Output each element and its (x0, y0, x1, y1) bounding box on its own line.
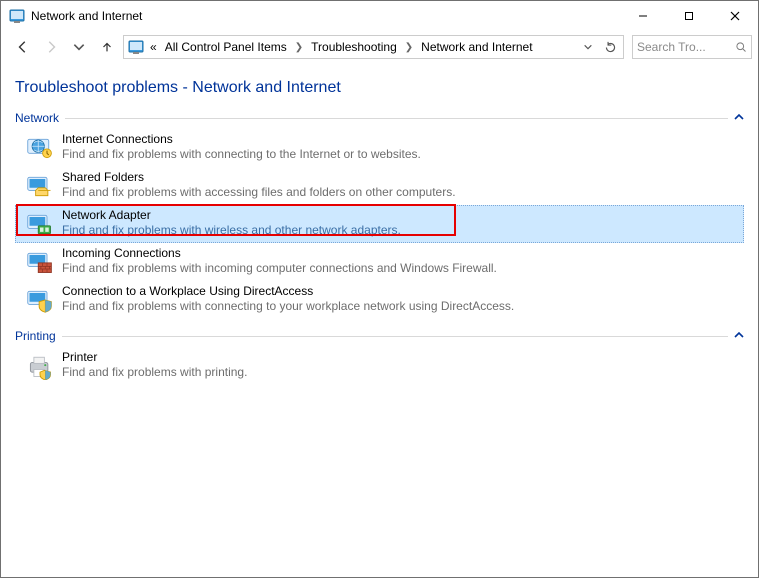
address-bar[interactable]: « All Control Panel Items ❯ Troubleshoot… (123, 35, 624, 59)
chevron-right-icon[interactable]: ❯ (403, 42, 415, 53)
breadcrumb-item[interactable]: All Control Panel Items (163, 40, 289, 54)
item-description: Find and fix problems with incoming comp… (62, 261, 497, 276)
window: Network and Internet (0, 0, 759, 578)
up-button[interactable] (95, 35, 119, 59)
printer-icon (26, 352, 54, 380)
troubleshoot-item-printer[interactable]: Printer Find and fix problems with print… (15, 347, 744, 385)
section-items-printing: Printer Find and fix problems with print… (15, 347, 744, 385)
maximize-button[interactable] (666, 1, 712, 31)
chevron-right-icon[interactable]: ❯ (293, 42, 305, 53)
section-items-network: Internet Connections Find and fix proble… (15, 129, 744, 319)
item-title: Shared Folders (62, 170, 456, 185)
back-button[interactable] (11, 35, 35, 59)
section-header-printing[interactable]: Printing (15, 329, 744, 343)
collapse-icon[interactable] (734, 111, 744, 125)
item-description: Find and fix problems with wireless and … (62, 223, 401, 238)
item-description: Find and fix problems with connecting to… (62, 147, 421, 162)
window-controls (620, 1, 758, 31)
section-header-network[interactable]: Network (15, 111, 744, 125)
item-title: Network Adapter (62, 208, 401, 223)
search-placeholder: Search Tro... (637, 40, 735, 54)
window-title: Network and Internet (31, 9, 142, 23)
firewall-icon (26, 248, 54, 276)
section-title: Printing (15, 329, 56, 343)
nav-row: « All Control Panel Items ❯ Troubleshoot… (1, 31, 758, 63)
control-panel-icon (9, 8, 25, 24)
page-title: Troubleshoot problems - Network and Inte… (15, 79, 744, 97)
divider (62, 336, 728, 337)
item-title: Printer (62, 350, 247, 365)
forward-button[interactable] (39, 35, 63, 59)
section-title: Network (15, 111, 59, 125)
refresh-button[interactable] (599, 36, 621, 58)
breadcrumb-item[interactable]: Troubleshooting (309, 40, 399, 54)
troubleshoot-item-network-adapter[interactable]: Network Adapter Find and fix problems wi… (15, 205, 744, 243)
control-panel-icon (128, 39, 144, 55)
network-adapter-icon (26, 210, 54, 238)
item-description: Find and fix problems with accessing fil… (62, 185, 456, 200)
troubleshoot-item-directaccess[interactable]: Connection to a Workplace Using DirectAc… (15, 281, 744, 319)
divider (65, 118, 728, 119)
item-title: Incoming Connections (62, 246, 497, 261)
troubleshoot-item-incoming-connections[interactable]: Incoming Connections Find and fix proble… (15, 243, 744, 281)
close-button[interactable] (712, 1, 758, 31)
breadcrumb-item[interactable]: Network and Internet (419, 40, 534, 54)
item-title: Connection to a Workplace Using DirectAc… (62, 284, 514, 299)
item-description: Find and fix problems with connecting to… (62, 299, 514, 314)
address-dropdown-button[interactable] (577, 36, 599, 58)
recent-locations-button[interactable] (67, 35, 91, 59)
globe-icon (26, 134, 54, 162)
item-title: Internet Connections (62, 132, 421, 147)
troubleshoot-item-shared-folders[interactable]: Shared Folders Find and fix problems wit… (15, 167, 744, 205)
item-description: Find and fix problems with printing. (62, 365, 247, 380)
directaccess-icon (26, 286, 54, 314)
content-area: Troubleshoot problems - Network and Inte… (1, 63, 758, 577)
search-icon (735, 41, 747, 53)
collapse-icon[interactable] (734, 329, 744, 343)
search-input[interactable]: Search Tro... (632, 35, 752, 59)
troubleshoot-item-internet-connections[interactable]: Internet Connections Find and fix proble… (15, 129, 744, 167)
breadcrumb-prefix: « (148, 40, 159, 54)
titlebar: Network and Internet (1, 1, 758, 31)
shared-folder-icon (26, 172, 54, 200)
minimize-button[interactable] (620, 1, 666, 31)
